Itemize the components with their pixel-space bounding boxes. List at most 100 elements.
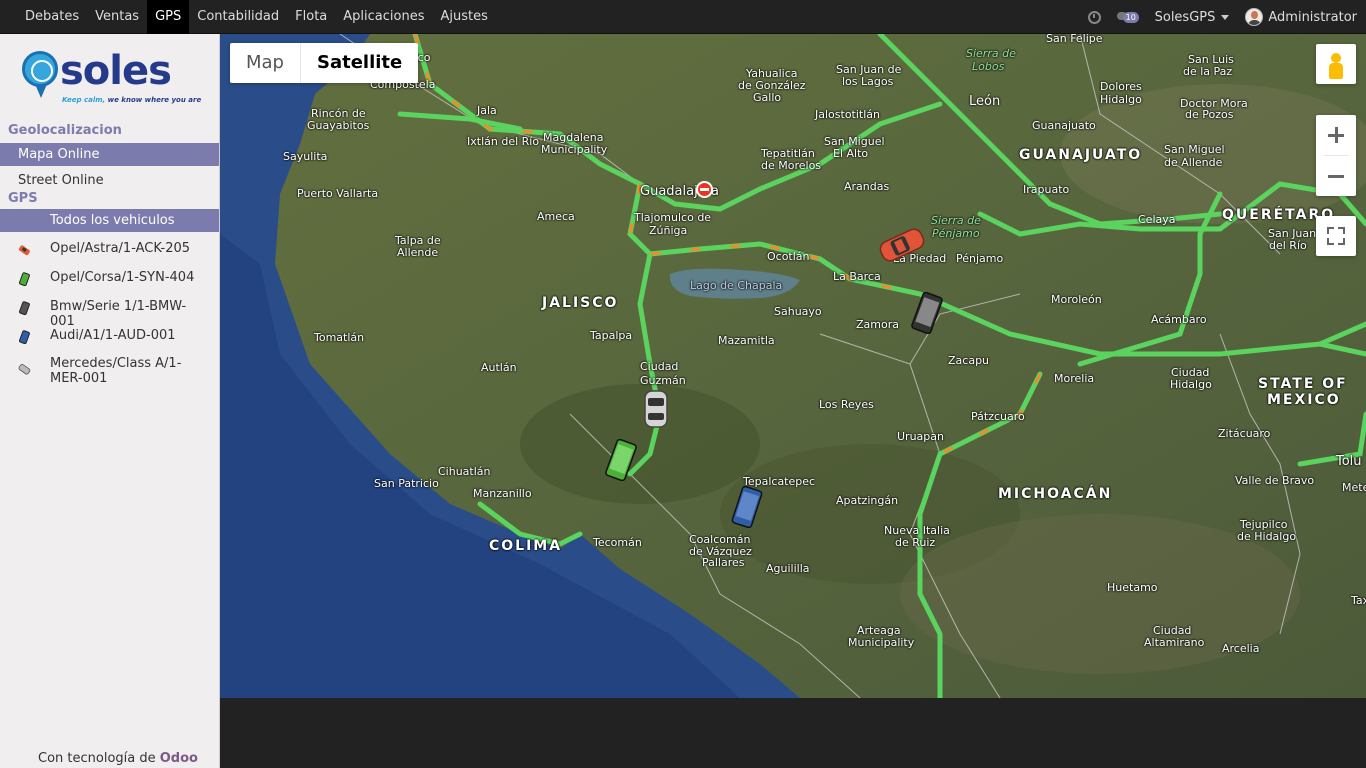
menu-contabilidad[interactable]: Contabilidad [189, 0, 287, 34]
user-name: Administrator [1268, 9, 1357, 25]
map-type-satellite-button[interactable]: Satellite [300, 43, 418, 83]
menu-ajustes[interactable]: Ajustes [432, 0, 495, 34]
label-ciudad-guzman-2: Guzmán [640, 374, 686, 387]
chat-icon: 10 [1116, 10, 1139, 24]
menu-flota[interactable]: Flota [287, 0, 335, 34]
label-san-miguel-alto-2: El Alto [833, 147, 869, 160]
systray: 10 SolesGPS Administrator [1080, 0, 1366, 34]
menu-debates[interactable]: Debates [17, 0, 87, 34]
phone-icon [17, 301, 31, 316]
label-tapalpa: Tapalpa [590, 329, 633, 342]
zoom-out-button[interactable] [1316, 156, 1356, 196]
powered-by: Con tecnología de Odoo [38, 751, 198, 766]
label-lago-chapala: Lago de Chapala [690, 279, 783, 292]
label-tomatlan: Tomatlán [314, 331, 365, 344]
fullscreen-button[interactable] [1316, 216, 1356, 256]
label-arcelia: Arcelia [1222, 642, 1260, 655]
minus-icon [1328, 174, 1344, 178]
label-sayulita: Sayulita [283, 150, 328, 163]
label-dolores-1: Dolores [1100, 80, 1142, 93]
sidebar-item-mapa-online[interactable]: Mapa Online [0, 143, 219, 166]
map-type-map-button[interactable]: Map [230, 43, 300, 83]
street-view-pegman[interactable] [1316, 44, 1356, 84]
sidebar: soles Keep calm, we know where you are G… [0, 34, 220, 768]
vehicle-marker-mercedes[interactable] [640, 389, 672, 433]
label-san-felipe: San Felipe [1046, 34, 1103, 45]
label-zamora: Zamora [856, 318, 899, 331]
vehicle-marker-bmw[interactable] [910, 291, 944, 338]
user-menu[interactable]: Administrator [1237, 0, 1366, 34]
label-doctor-mora-2: de Pozos [1185, 108, 1234, 121]
label-toluca: Tolu [1336, 454, 1362, 469]
label-cihuatlan: Cihuatlán [438, 465, 491, 478]
label-acambaro: Acámbaro [1151, 313, 1207, 326]
zoom-control [1316, 115, 1356, 196]
phone-icon [911, 291, 943, 335]
label-colima: COLIMA [489, 538, 563, 554]
vehicle-item[interactable]: Opel/Astra/1-ACK-205 [0, 241, 219, 263]
label-manzanillo: Manzanillo [473, 487, 532, 500]
label-jalisco: JALISCO [542, 295, 619, 311]
vehicle-marker-opel-corsa[interactable] [603, 438, 639, 485]
section-geolocalizacion: Geolocalizacion [8, 123, 122, 138]
menu-ventas[interactable]: Ventas [87, 0, 147, 34]
label-penjamo: Pénjamo [956, 252, 1004, 265]
sidebar-item-todos[interactable]: Todos los vehiculos [0, 209, 219, 232]
label-zacapu: Zacapu [948, 354, 990, 367]
label-sierra-lobos-1: Sierra de [966, 47, 1016, 60]
label-puerto-vallarta: Puerto Vallarta [297, 187, 379, 200]
vehicle-label: Opel/Corsa/1-SYN-404 [50, 270, 195, 285]
map-bottom-area [220, 698, 1366, 768]
label-tepatitlan-2: de Morelos [761, 159, 822, 172]
label-irapuato: Irapuato [1023, 183, 1070, 196]
label-guanajuato: GUANAJUATO [1019, 147, 1143, 163]
label-ciudad-hidalgo-2: Hidalgo [1170, 378, 1212, 391]
avatar [1245, 8, 1264, 26]
menu-aplicaciones[interactable]: Aplicaciones [335, 0, 432, 34]
messages-button[interactable]: 10 [1109, 0, 1147, 34]
vehicle-marker-audi[interactable] [730, 485, 764, 532]
phone-icon [605, 438, 637, 482]
vehicle-label: Audi/A1/1-AUD-001 [50, 328, 176, 343]
label-metep: Mete [1342, 481, 1366, 494]
label-tlajomulco-1: Tlajomulco de [634, 211, 712, 224]
no-entry-marker-icon[interactable] [696, 181, 713, 198]
vehicle-item[interactable]: Bmw/Serie 1/1-BMW-001 [0, 299, 219, 329]
zoom-in-button[interactable] [1316, 115, 1356, 155]
label-yahualica-3: Gallo [753, 91, 782, 104]
vehicle-marker-opel-astra[interactable] [876, 226, 928, 268]
label-jalostotitlan: Jalostotitlán [815, 108, 880, 121]
label-san-miguel-2: de Allende [1164, 156, 1223, 169]
label-dolores-2: Hidalgo [1100, 93, 1142, 106]
label-san-luis-2: de la Paz [1183, 65, 1233, 78]
label-san-juan-2: los Lagos [842, 75, 894, 88]
company-switcher[interactable]: SolesGPS [1147, 0, 1238, 34]
label-mazamitla: Mazamitla [718, 334, 775, 347]
label-magdalena-2: Municipality [541, 143, 608, 156]
label-michoacan: MICHOACÁN [998, 486, 1113, 502]
label-aguililla: Aguililla [766, 562, 810, 575]
label-sierra-penjamo-2: Pénjamo [932, 227, 980, 240]
label-ixtlan: Ixtlán del Río [467, 135, 540, 148]
vehicle-item[interactable]: Mercedes/Class A/1-MER-001 [0, 356, 219, 388]
label-la-barca: La Barca [833, 270, 881, 283]
soles-logo[interactable]: soles Keep calm, we know where you are [22, 46, 201, 108]
label-leon: León [969, 94, 1001, 109]
label-autlan: Autlán [481, 361, 517, 374]
vehicle-item[interactable]: Opel/Corsa/1-SYN-404 [0, 270, 219, 292]
map-canvas[interactable]: JALISCO COLIMA MICHOACÁN GUANAJUATO QUER… [220, 34, 1366, 698]
label-san-miguel-1: San Miguel [1164, 143, 1225, 156]
activity-button[interactable] [1080, 0, 1109, 34]
pegman-icon [1331, 53, 1341, 63]
odoo-link[interactable]: Odoo [160, 751, 198, 766]
section-gps: GPS [8, 191, 38, 206]
label-ameca: Ameca [537, 210, 575, 223]
label-sahuayo: Sahuayo [774, 305, 822, 318]
menu-gps[interactable]: GPS [147, 0, 190, 34]
label-morelia: Morelia [1054, 372, 1095, 385]
logo-text: soles [60, 48, 172, 94]
caret-down-icon [1221, 14, 1230, 20]
sidebar-item-street-online[interactable]: Street Online [0, 169, 219, 192]
vehicle-item[interactable]: Audi/A1/1-AUD-001 [0, 328, 219, 350]
label-tejupilco-2: de Hidalgo [1237, 530, 1297, 543]
